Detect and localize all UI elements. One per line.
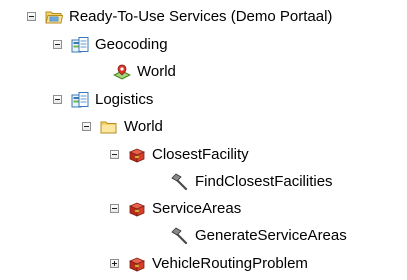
tree-node-label: World bbox=[137, 62, 176, 80]
tool-hammer-icon bbox=[171, 172, 189, 191]
server-folder-icon bbox=[45, 8, 63, 26]
tree-node-label: Ready-To-Use Services (Demo Portaal) bbox=[69, 7, 333, 25]
gp-toolbox-icon bbox=[128, 200, 146, 218]
collapse-toggle[interactable] bbox=[27, 12, 36, 21]
collapse-toggle[interactable] bbox=[53, 40, 62, 49]
tree-node-label: FindClosestFacilities bbox=[195, 172, 333, 190]
tool-hammer-icon bbox=[171, 226, 189, 245]
expand-toggle[interactable] bbox=[110, 259, 119, 268]
tree-node-label: Geocoding bbox=[95, 35, 168, 53]
tree-node-generateserviceareas[interactable]: GenerateServiceAreas bbox=[171, 222, 347, 249]
tree-node-label: VehicleRoutingProblem bbox=[152, 254, 308, 272]
tree-node-logistics-world[interactable]: World bbox=[82, 113, 163, 140]
collapse-toggle[interactable] bbox=[110, 204, 119, 213]
tree-node-label: ServiceAreas bbox=[152, 199, 242, 217]
tree-node-geocoding[interactable]: Geocoding bbox=[53, 31, 168, 58]
folder-icon bbox=[100, 118, 118, 136]
collapse-toggle[interactable] bbox=[110, 150, 119, 159]
collapse-toggle[interactable] bbox=[53, 95, 62, 104]
service-folder-icon bbox=[71, 36, 89, 54]
gp-toolbox-icon bbox=[128, 146, 146, 164]
tree-node-label: GenerateServiceAreas bbox=[195, 226, 347, 244]
tree-node-findclosestfacilities[interactable]: FindClosestFacilities bbox=[171, 168, 333, 195]
tree-node-serviceareas[interactable]: ServiceAreas bbox=[110, 195, 241, 222]
tree-node-ready-to-use-services[interactable]: Ready-To-Use Services (Demo Portaal) bbox=[27, 3, 332, 30]
tree-node-logistics[interactable]: Logistics bbox=[53, 86, 153, 113]
tree-node-label: Logistics bbox=[95, 90, 154, 108]
tree-node-label: World bbox=[124, 117, 163, 135]
service-folder-icon bbox=[71, 91, 89, 109]
tree-node-label: ClosestFacility bbox=[152, 145, 249, 163]
tree-node-vehicleroutingproblem[interactable]: VehicleRoutingProblem bbox=[110, 250, 308, 277]
catalog-tree: Ready-To-Use Services (Demo Portaal) Geo… bbox=[0, 0, 407, 280]
tree-node-closestfacility[interactable]: ClosestFacility bbox=[110, 141, 249, 168]
tree-node-geocoding-world[interactable]: World bbox=[113, 58, 176, 85]
geocode-service-icon bbox=[113, 63, 131, 81]
gp-toolbox-icon bbox=[128, 255, 146, 273]
collapse-toggle[interactable] bbox=[82, 122, 91, 131]
